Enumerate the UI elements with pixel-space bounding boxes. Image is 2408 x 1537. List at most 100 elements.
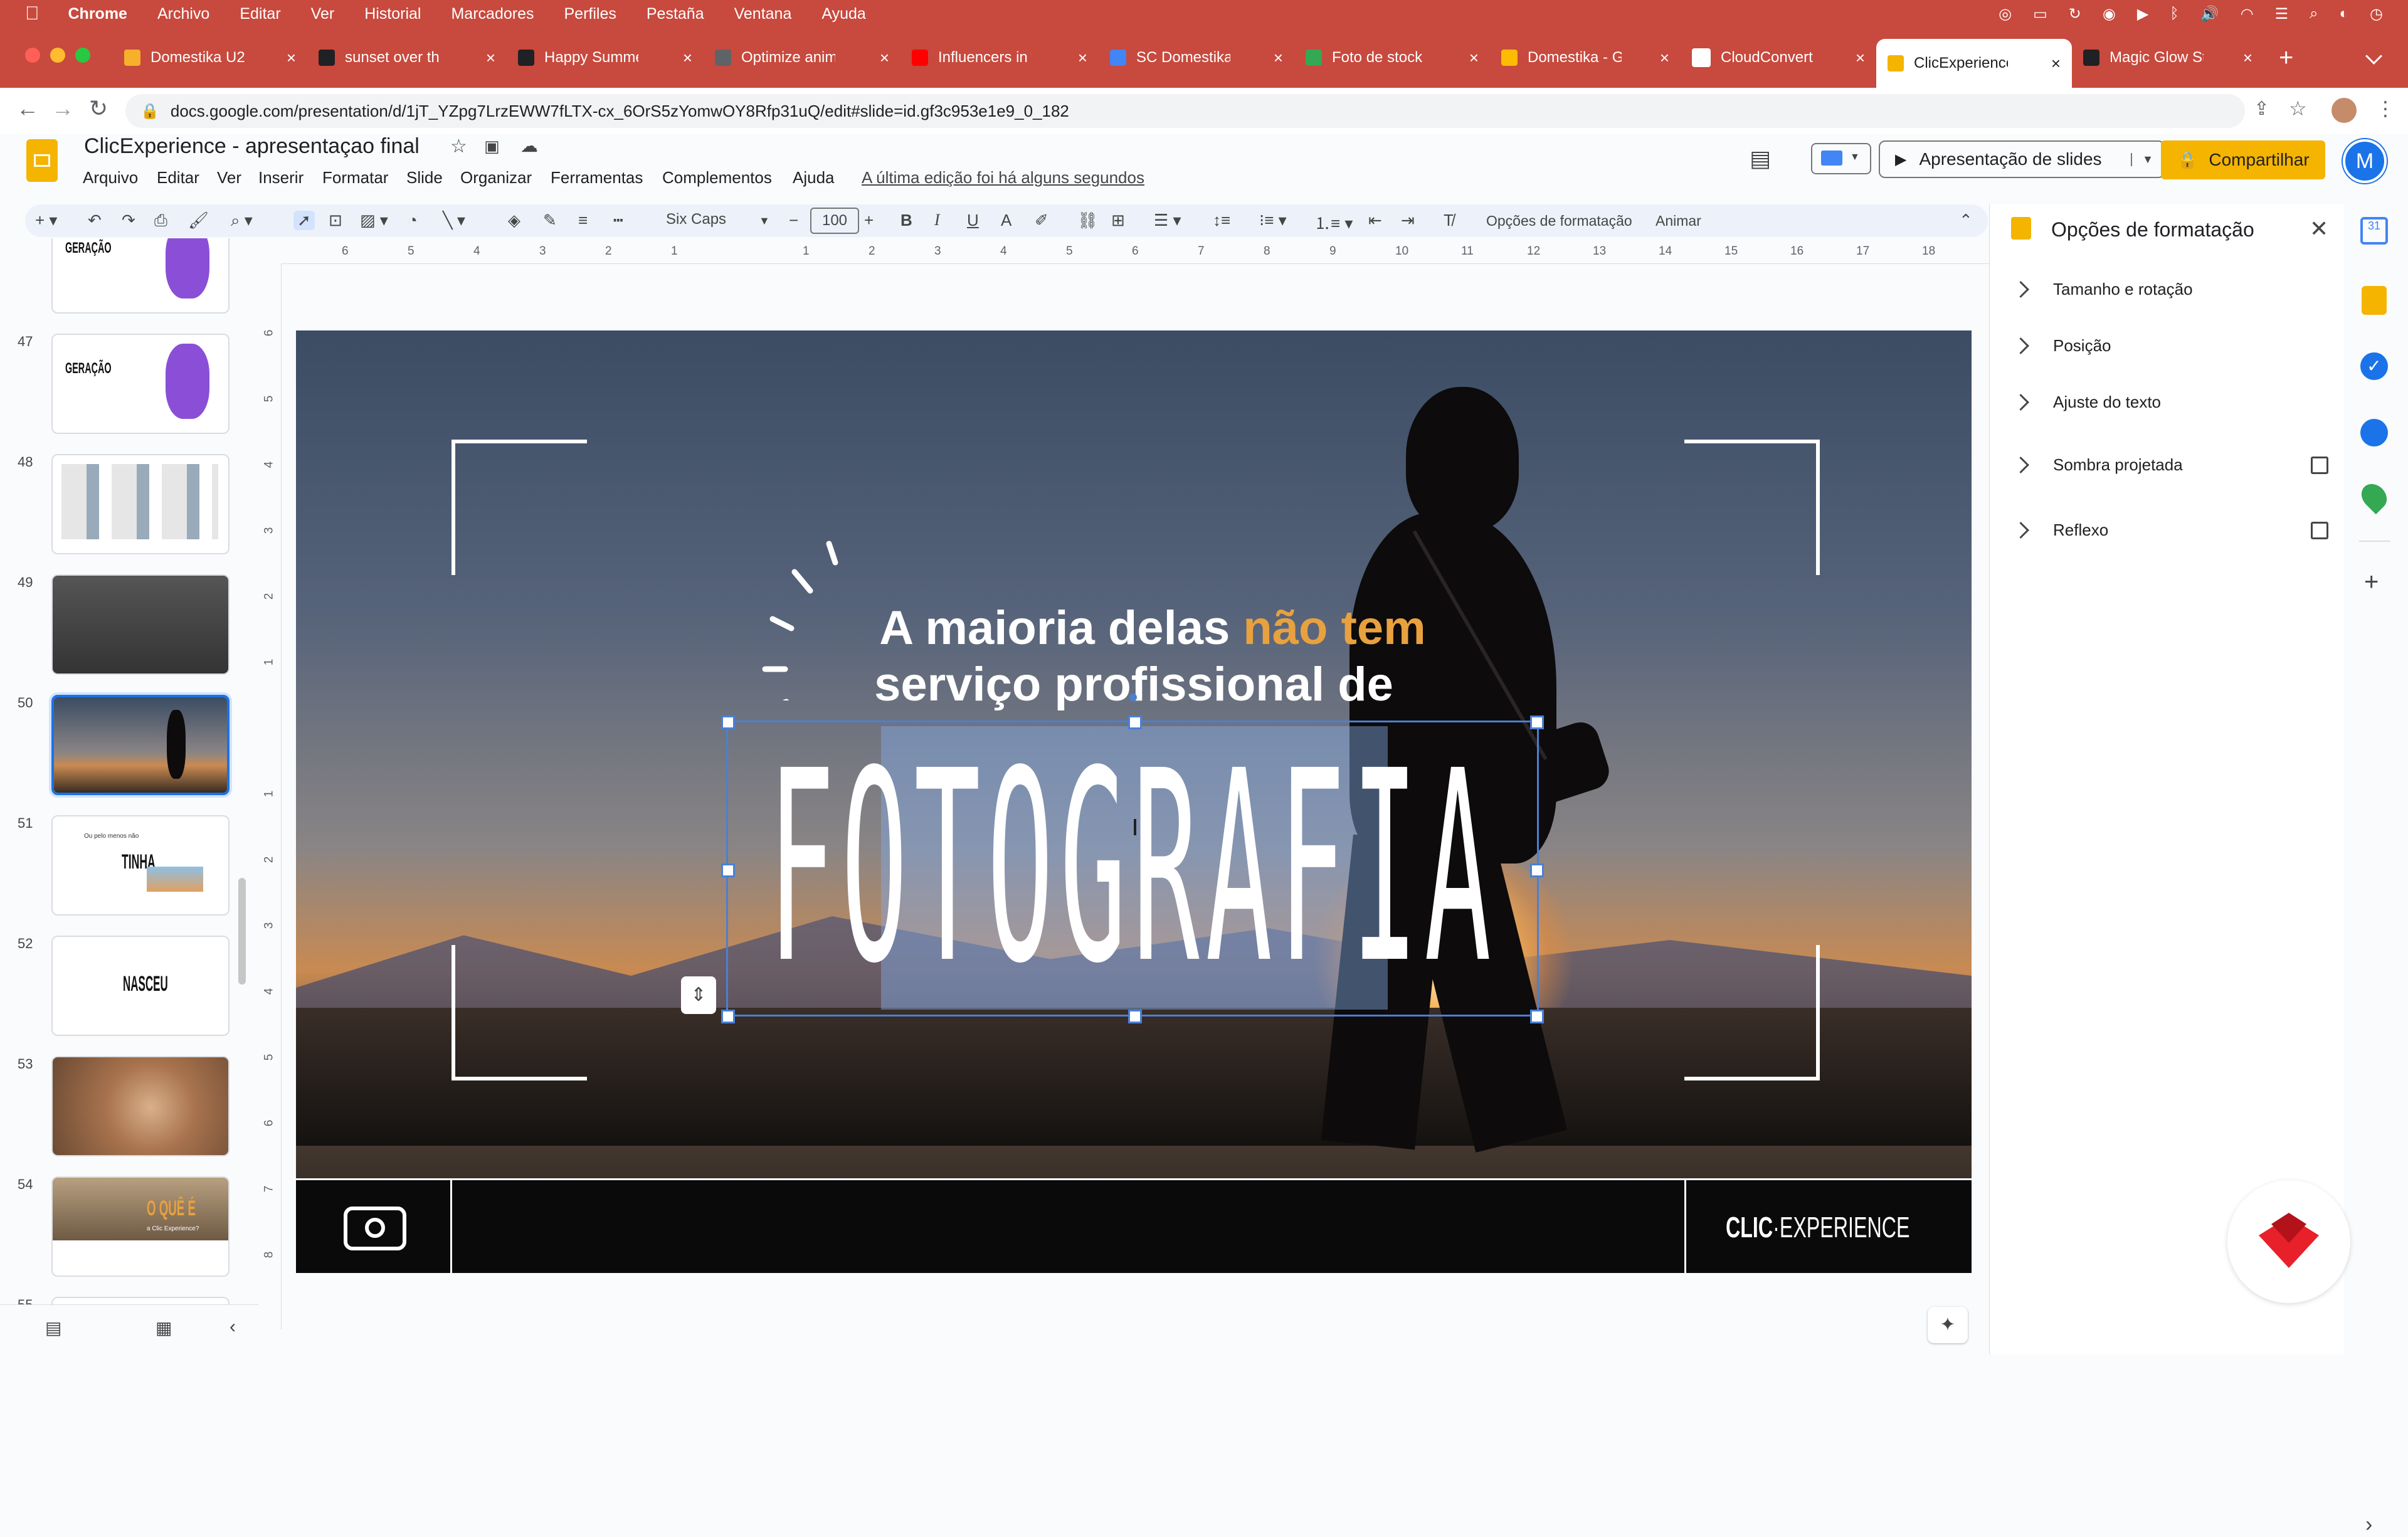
menubar-app-name[interactable]: Chrome: [68, 5, 127, 23]
slides-logo-icon[interactable]: [26, 139, 58, 182]
close-tab-icon[interactable]: ×: [2051, 54, 2061, 73]
browser-tab[interactable]: Influencers in the ×: [900, 39, 1099, 77]
clock-icon[interactable]: ◷: [2370, 5, 2383, 23]
browser-tab[interactable]: ClicExperience - a ×: [1876, 39, 2072, 88]
slide-thumbnail[interactable]: [51, 1297, 230, 1304]
slide-thumbnail[interactable]: Ou pelo menos não TINHA: [51, 815, 230, 916]
format-options-button[interactable]: Opções de formatação: [1486, 213, 1632, 230]
border-weight-icon[interactable]: ≡: [578, 211, 588, 230]
close-window-button[interactable]: [25, 48, 40, 63]
close-panel-icon[interactable]: ✕: [2310, 216, 2328, 242]
close-tab-icon[interactable]: ×: [1078, 48, 1087, 68]
increase-font-size-icon[interactable]: +: [864, 211, 874, 230]
browser-tab[interactable]: CloudConvert ×: [1681, 39, 1876, 77]
bluetooth-icon[interactable]: ᛒ: [2170, 5, 2178, 23]
collapse-filmstrip-icon[interactable]: ‹: [230, 1316, 236, 1338]
maps-icon[interactable]: [2356, 478, 2392, 515]
panel-section[interactable]: Reflexo: [2012, 520, 2328, 540]
resize-handle-l[interactable]: [721, 864, 735, 877]
move-folder-icon[interactable]: ▣: [484, 137, 500, 156]
contacts-icon[interactable]: [2360, 419, 2388, 446]
decrease-font-size-icon[interactable]: −: [789, 211, 798, 230]
filmstrip-view-icon[interactable]: ▤: [45, 1318, 61, 1338]
close-tab-icon[interactable]: ×: [287, 48, 296, 68]
fill-color-icon[interactable]: ◈: [508, 211, 520, 230]
shape-tool-icon[interactable]: ◔: [408, 211, 418, 230]
explore-button[interactable]: ✦: [1928, 1307, 1968, 1343]
comments-icon[interactable]: ▤: [1750, 145, 1771, 172]
close-tab-icon[interactable]: ×: [486, 48, 495, 68]
textbox-tool-icon[interactable]: ⊡: [329, 211, 342, 230]
section-checkbox[interactable]: [2311, 521, 2328, 539]
menubar-item-7[interactable]: Ventana: [734, 5, 792, 23]
add-addon-icon[interactable]: +: [2364, 568, 2379, 596]
siri-icon[interactable]: ◐: [2340, 5, 2349, 23]
line-tool-icon[interactable]: ╲ ▾: [443, 211, 465, 230]
present-slideshow-button[interactable]: ▶ Apresentação de slides ▼: [1879, 140, 2165, 178]
profile-avatar[interactable]: [2331, 98, 2357, 123]
underline-icon[interactable]: U: [967, 211, 979, 230]
search-icon[interactable]: ⌕: [2310, 5, 2318, 23]
apple-icon[interactable]: : [25, 3, 40, 24]
menubar-item-6[interactable]: Pestaña: [647, 5, 704, 23]
image-tool-icon[interactable]: ▨ ▾: [360, 211, 388, 230]
bold-icon[interactable]: B: [900, 211, 912, 230]
close-tab-icon[interactable]: ×: [1469, 48, 1479, 68]
bulleted-list-icon[interactable]: ⁝≡ ▾: [1259, 211, 1287, 230]
slide-canvas[interactable]: A maioria delas não tem serviço profissi…: [296, 330, 1972, 1273]
last-edit-link[interactable]: A última edição foi há alguns segundos: [862, 168, 1144, 188]
resize-handle-t[interactable]: [1128, 716, 1142, 729]
slide-thumbnail[interactable]: GERAÇÃO: [51, 238, 230, 314]
font-size-input[interactable]: 100: [810, 208, 859, 234]
url-text[interactable]: docs.google.com/presentation/d/1jT_YZpg7…: [171, 102, 1069, 121]
highlight-color-icon[interactable]: ✐: [1035, 211, 1048, 230]
select-tool-icon[interactable]: ➚: [293, 211, 315, 230]
minimize-window-button[interactable]: [50, 48, 65, 63]
browser-tab[interactable]: Domestika - Goog ×: [1490, 39, 1681, 77]
italic-icon[interactable]: I: [934, 211, 940, 230]
paint-format-icon[interactable]: 🖌: [188, 211, 209, 230]
sync-icon[interactable]: ↻: [2069, 5, 2081, 23]
docs-menu-6[interactable]: Organizar: [460, 168, 532, 188]
slide-thumbnail[interactable]: O QUÊ É a Clic Experience?: [51, 1176, 230, 1277]
browser-tab[interactable]: Domestika U2A2 ×: [113, 39, 307, 77]
border-color-icon[interactable]: ✎: [543, 211, 557, 230]
docs-menu-1[interactable]: Editar: [157, 168, 199, 188]
rotate-handle[interactable]: [1129, 694, 1137, 701]
resize-handle-tr[interactable]: [1530, 716, 1544, 729]
panel-section[interactable]: Tamanho e rotação: [2012, 280, 2328, 299]
menubar-item-3[interactable]: Historial: [364, 5, 421, 23]
section-checkbox[interactable]: [2311, 456, 2328, 474]
reload-icon[interactable]: ↻: [89, 95, 108, 122]
menubar-item-1[interactable]: Editar: [240, 5, 280, 23]
menubar-item-2[interactable]: Ver: [311, 5, 335, 23]
browser-tab[interactable]: sunset over the h ×: [307, 39, 507, 77]
text-color-icon[interactable]: A: [1001, 211, 1011, 230]
resize-handle-br[interactable]: [1530, 1010, 1544, 1023]
tasks-icon[interactable]: ✓: [2360, 352, 2388, 380]
docs-menu-0[interactable]: Arquivo: [83, 168, 138, 188]
print-icon[interactable]: ⎙: [154, 211, 167, 231]
slide-thumbnail[interactable]: [51, 1056, 230, 1156]
bookmark-star-icon[interactable]: ☆: [2289, 97, 2307, 120]
control-center-icon[interactable]: ☰: [2275, 5, 2289, 23]
slide-thumbnail[interactable]: [51, 695, 230, 795]
close-tab-icon[interactable]: ×: [1856, 48, 1865, 68]
grid-view-icon[interactable]: ▦: [156, 1318, 172, 1338]
meet-present-button[interactable]: ▼: [1811, 143, 1871, 174]
calendar-icon[interactable]: 31: [2360, 217, 2388, 245]
browser-tab[interactable]: SC Domestika - D ×: [1099, 39, 1294, 77]
docs-menu-4[interactable]: Formatar: [322, 168, 388, 188]
docs-menu-9[interactable]: Ajuda: [793, 168, 835, 188]
tab-search-icon[interactable]: [2365, 48, 2382, 65]
animate-button[interactable]: Animar: [1656, 213, 1701, 230]
slide-thumbnail[interactable]: GERAÇÃO: [51, 334, 230, 434]
menubar-item-5[interactable]: Perfiles: [564, 5, 616, 23]
collapse-toolbar-icon[interactable]: ⌃: [1959, 211, 1973, 230]
slide-thumbnail[interactable]: NASCEU: [51, 936, 230, 1036]
docs-menu-3[interactable]: Inserir: [258, 168, 304, 188]
volume-icon[interactable]: 🔊: [2200, 5, 2219, 23]
close-tab-icon[interactable]: ×: [1274, 48, 1283, 68]
cloud-status-icon[interactable]: ☁: [520, 135, 538, 156]
star-icon[interactable]: ☆: [450, 135, 467, 157]
